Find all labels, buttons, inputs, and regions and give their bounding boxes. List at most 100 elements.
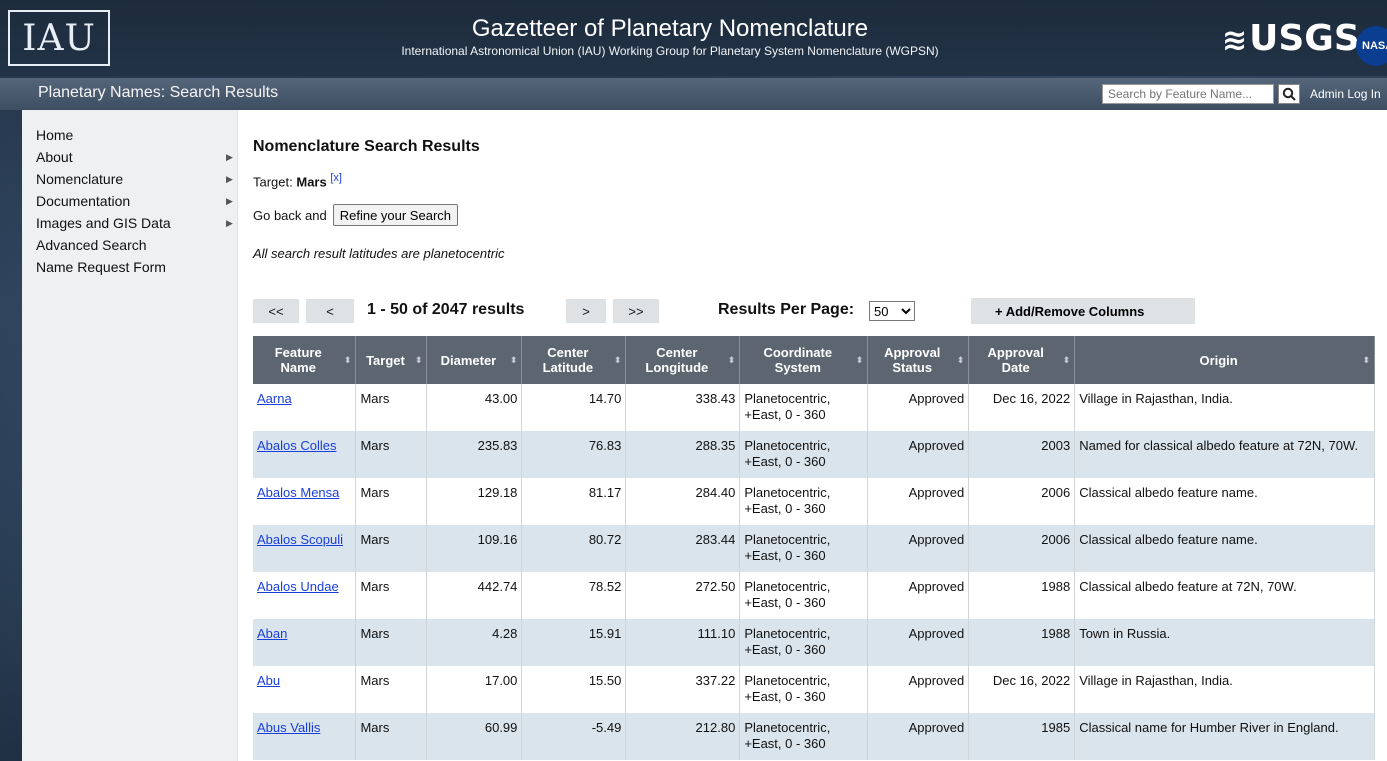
go-back-row: Go back and Refine your Search (253, 204, 458, 226)
sort-icon[interactable]: ⬍ (1063, 353, 1071, 368)
search-button[interactable] (1278, 84, 1300, 104)
sort-icon[interactable]: ⬍ (856, 353, 864, 368)
search-icon (1282, 87, 1296, 101)
sidebar-item-label: Name Request Form (36, 259, 166, 275)
feature-name-link[interactable]: Abalos Scopuli (257, 532, 343, 547)
sort-icon[interactable]: ⬍ (957, 353, 965, 368)
last-page-button[interactable]: >> (613, 299, 659, 323)
column-header-label: Diameter (440, 352, 497, 368)
feature-name-link[interactable]: Aarna (257, 391, 292, 406)
cell-center-latitude: 14.70 (521, 384, 627, 431)
cell-target: Mars (355, 478, 428, 525)
sidebar-item-label: Home (36, 127, 74, 143)
sort-icon[interactable]: ⬍ (415, 353, 423, 368)
column-header-center-longitude[interactable]: Center Longitude ⬍ (625, 336, 741, 384)
table-row: Abu Mars 17.00 15.50 337.22 Planetocentric, +… (253, 666, 1375, 713)
cell-diameter: 442.74 (426, 572, 523, 619)
sidebar-item-images-and-gis-data[interactable]: Images and GIS Data ▶ (22, 212, 237, 234)
column-header-approval-status[interactable]: Approval Status ⬍ (867, 336, 970, 384)
table-row: Aban Mars 4.28 15.91 111.10 Planetocentric, +… (253, 619, 1375, 666)
column-header-target[interactable]: Target ⬍ (355, 336, 428, 384)
cell-origin: Village in Rajasthan, India. (1074, 384, 1375, 431)
clear-target-link[interactable]: [x] (330, 172, 342, 184)
next-page-button[interactable]: > (566, 299, 606, 323)
cell-center-longitude: 111.10 (625, 619, 741, 666)
column-header-center-latitude[interactable]: Center Latitude ⬍ (521, 336, 627, 384)
content: Nomenclature Search Results Target: Mars… (253, 110, 1387, 761)
column-header-approval-date[interactable]: Approval Date ⬍ (968, 336, 1076, 384)
cell-approval-date: 1988 (968, 572, 1076, 619)
column-header-diameter[interactable]: Diameter ⬍ (426, 336, 523, 384)
cell-coordinate-system: Planetocentric, +East, 0 - 360 (739, 525, 869, 572)
cell-center-latitude: 80.72 (521, 525, 627, 572)
cell-target: Mars (355, 666, 428, 713)
cell-target: Mars (355, 572, 428, 619)
cell-center-longitude: 212.80 (625, 713, 741, 760)
sidebar-item-label: Images and GIS Data (36, 215, 171, 231)
submenu-arrow-icon: ▶ (226, 152, 233, 162)
refine-search-button[interactable]: Refine your Search (332, 204, 458, 226)
cell-target: Mars (355, 431, 428, 478)
sidebar-item-label: Advanced Search (36, 237, 147, 253)
cell-diameter: 43.00 (426, 384, 523, 431)
table-body: Aarna Mars 43.00 14.70 338.43 Planetocentric,… (253, 384, 1375, 760)
sort-icon[interactable]: ⬍ (728, 353, 736, 368)
cell-diameter: 4.28 (426, 619, 523, 666)
nav-title: Planetary Names: Search Results (38, 84, 279, 101)
usgs-logo[interactable]: ≋USGS (1222, 18, 1360, 59)
nasa-logo[interactable]: NASA (1356, 26, 1387, 66)
sort-icon[interactable]: ⬍ (510, 353, 518, 368)
sidebar-item-nomenclature[interactable]: Nomenclature ▶ (22, 168, 237, 190)
cell-origin: Named for classical albedo feature at 72… (1074, 431, 1375, 478)
admin-login-link[interactable]: Admin Log In (1310, 87, 1381, 101)
cell-feature-name: Aarna (253, 384, 357, 431)
feature-name-link[interactable]: Abalos Undae (257, 579, 339, 594)
cell-feature-name: Abalos Colles (253, 431, 357, 478)
sort-icon[interactable]: ⬍ (344, 353, 352, 368)
cell-origin: Classical albedo feature name. (1074, 478, 1375, 525)
feature-name-link[interactable]: Abu (257, 673, 280, 688)
cell-center-latitude: 81.17 (521, 478, 627, 525)
feature-name-link[interactable]: Abalos Mensa (257, 485, 339, 500)
first-page-button[interactable]: << (253, 299, 299, 323)
cell-target: Mars (355, 713, 428, 760)
cell-approval-status: Approved (867, 525, 970, 572)
feature-name-link[interactable]: Abalos Colles (257, 438, 337, 453)
cell-diameter: 17.00 (426, 666, 523, 713)
feature-name-link[interactable]: Abus Vallis (257, 720, 320, 735)
cell-target: Mars (355, 619, 428, 666)
column-header-feature-name[interactable]: Feature Name ⬍ (253, 336, 357, 384)
navbar: Planetary Names: Search Results Admin Lo… (0, 78, 1387, 110)
cell-feature-name: Abalos Mensa (253, 478, 357, 525)
sidebar-item-documentation[interactable]: Documentation ▶ (22, 190, 237, 212)
sidebar-item-label: Nomenclature (36, 171, 124, 187)
cell-feature-name: Abalos Undae (253, 572, 357, 619)
cell-approval-date: 2006 (968, 525, 1076, 572)
iau-logo[interactable]: IAU (8, 10, 110, 66)
cell-approval-status: Approved (867, 572, 970, 619)
feature-name-search-input[interactable] (1102, 84, 1274, 104)
cell-feature-name: Abalos Scopuli (253, 525, 357, 572)
table-header-row: Feature Name ⬍ Target ⬍ Diameter ⬍ Center Lati… (253, 336, 1375, 384)
sidebar-item-home[interactable]: Home (22, 124, 237, 146)
submenu-arrow-icon: ▶ (226, 196, 233, 206)
column-header-coordinate-system[interactable]: Coordinate System ⬍ (739, 336, 869, 384)
feature-name-link[interactable]: Aban (257, 626, 287, 641)
sidebar-item-advanced-search[interactable]: Advanced Search (22, 234, 237, 256)
add-remove-columns-button[interactable]: + Add/Remove Columns (971, 298, 1195, 324)
sidebar-item-about[interactable]: About ▶ (22, 146, 237, 168)
prev-page-button[interactable]: < (306, 299, 354, 323)
sort-icon[interactable]: ⬍ (614, 353, 622, 368)
results-per-page-select[interactable]: 50 (869, 301, 915, 321)
pagination-bar: << < 1 - 50 of 2047 results > >> Results… (253, 298, 1387, 324)
cell-diameter: 235.83 (426, 431, 523, 478)
page-subtitle: International Astronomical Union (IAU) W… (401, 44, 939, 58)
sidebar-item-name-request-form[interactable]: Name Request Form (22, 256, 237, 278)
column-header-origin[interactable]: Origin ⬍ (1074, 336, 1375, 384)
table-row: Aarna Mars 43.00 14.70 338.43 Planetocentric,… (253, 384, 1375, 431)
table-row: Abalos Mensa Mars 129.18 81.17 284.40 Planeto… (253, 478, 1375, 525)
go-back-text: Go back and (253, 207, 327, 223)
cell-coordinate-system: Planetocentric, +East, 0 - 360 (739, 619, 869, 666)
sort-icon[interactable]: ⬍ (1362, 353, 1370, 368)
table-row: Abus Vallis Mars 60.99 -5.49 212.80 Planetoce… (253, 713, 1375, 760)
